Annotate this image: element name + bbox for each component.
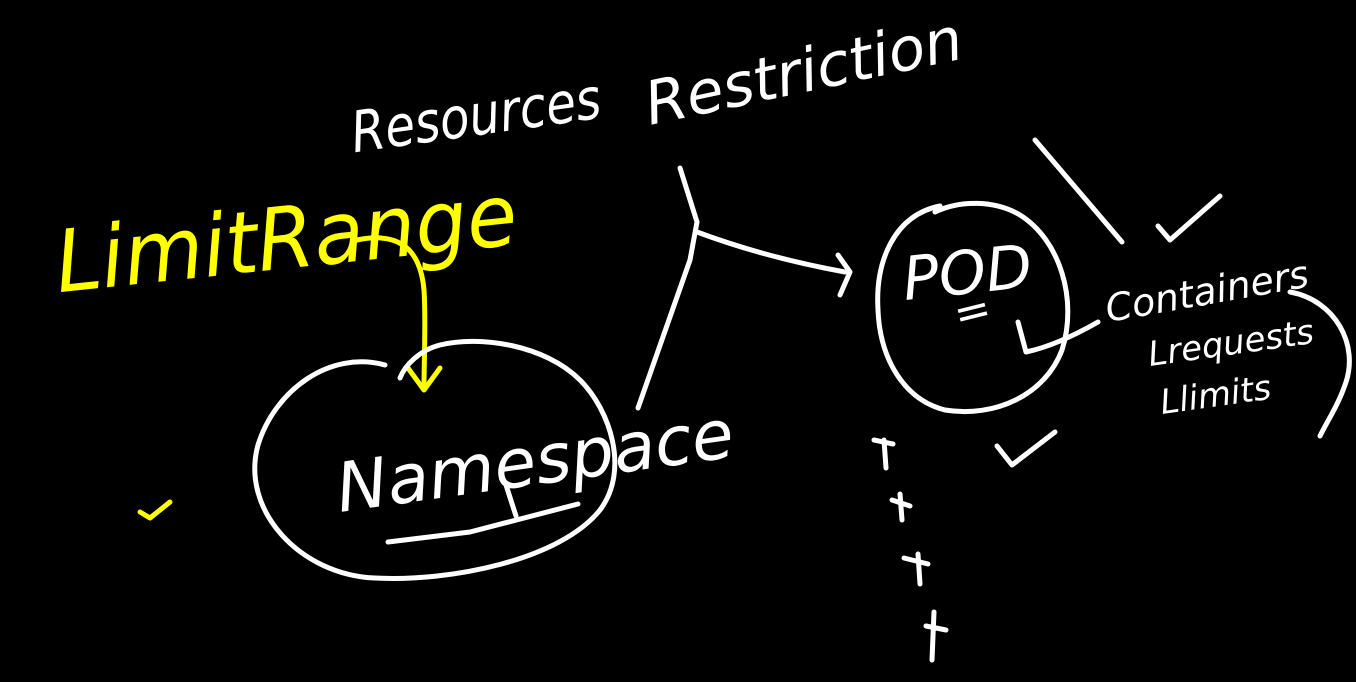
connector-arrow-line [694,229,848,275]
pod-to-containers-line [1015,319,1101,355]
cross-mark [871,437,896,471]
cross-mark [889,491,913,523]
connector-top-branch [677,165,700,225]
yellow-checkmark [137,499,173,521]
limit-range-label: LimitRange [51,164,522,312]
cross-mark [901,551,931,587]
cross-marks [871,437,949,663]
requests-label: Lrequests [1146,312,1317,375]
connector-arrowhead [835,252,853,298]
limits-label: Llimits [1158,368,1274,423]
cross-mark [923,609,949,663]
namespace-label: Namespace [331,395,738,529]
restriction-heading: Restriction [639,4,969,140]
checkmark-bottom [994,429,1058,468]
diagonal-stroke [1032,137,1125,245]
resources-heading: Resources [347,66,605,166]
whiteboard-canvas: Resources Restriction LimitRange Namespa… [0,0,1356,682]
connector-stem [635,219,700,411]
diagram-svg: Resources Restriction LimitRange Namespa… [51,4,1352,663]
checkmark-top [1155,193,1223,243]
